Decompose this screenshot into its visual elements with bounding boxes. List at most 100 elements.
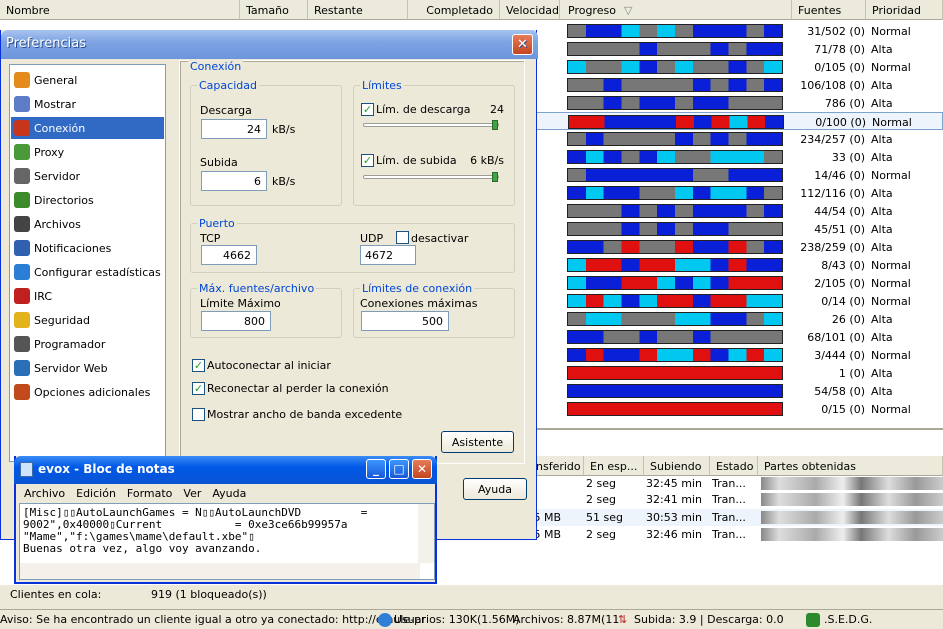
sources-cell: 2/105 (0)	[814, 277, 865, 290]
ul-limit-value: 6 kB/s	[470, 154, 504, 167]
dl-limit-slider[interactable]	[363, 120, 499, 130]
horizontal-scrollbar[interactable]	[20, 563, 420, 579]
notepad-menu-4[interactable]: Ayuda	[212, 487, 246, 500]
nav-item-4[interactable]: Servidor	[11, 165, 164, 187]
col-uploading[interactable]: Subiendo	[644, 456, 710, 476]
progress-bar	[567, 186, 783, 200]
upload-capacity-input[interactable]: 6	[201, 171, 267, 191]
status-server: .S.E.D.G.	[824, 613, 873, 626]
progress-bar	[567, 330, 783, 344]
notepad-menu-3[interactable]: Ver	[183, 487, 201, 500]
notepad-menu-0[interactable]: Archivo	[24, 487, 65, 500]
udp-port-input[interactable]: 4672	[360, 245, 416, 265]
nav-item-0[interactable]: General	[11, 69, 164, 91]
nav-item-icon	[14, 336, 30, 352]
queue-bar: Clientes en cola: 919 (1 bloqueado(s))	[0, 585, 943, 607]
nav-item-8[interactable]: Configurar estadísticas	[11, 261, 164, 283]
notepad-menu-1[interactable]: Edición	[76, 487, 116, 500]
col-transferred[interactable]: nsferido	[530, 456, 584, 476]
nav-item-5[interactable]: Directorios	[11, 189, 164, 211]
priority-cell: Normal	[872, 116, 912, 129]
sources-cell: 44/54 (0)	[814, 205, 865, 218]
progress-bar	[567, 60, 783, 74]
download-capacity-input[interactable]: 24	[201, 119, 267, 139]
progress-bar	[567, 132, 783, 146]
reconnect-checkbox[interactable]: ✓	[192, 382, 205, 395]
overhead-checkbox[interactable]	[192, 408, 205, 421]
notepad-menu-2[interactable]: Formato	[127, 487, 173, 500]
col-parts[interactable]: Partes obtenidas	[758, 456, 943, 476]
sources-cell: 68/101 (0)	[807, 331, 865, 344]
notepad-titlebar[interactable]: evox - Bloc de notas _ □ ✕	[14, 456, 437, 484]
ul-limit-slider[interactable]	[363, 172, 499, 182]
col-name[interactable]: Nombre	[0, 0, 240, 20]
maximize-icon[interactable]: □	[389, 459, 409, 479]
autoconnect-checkbox[interactable]: ✓	[192, 359, 205, 372]
status-notice: Aviso: Se ha encontrado un cliente igual…	[0, 613, 426, 626]
priority-cell: Alta	[871, 313, 893, 326]
priority-cell: Normal	[871, 169, 911, 182]
priority-cell: Alta	[871, 43, 893, 56]
nav-item-1[interactable]: Mostrar	[11, 93, 164, 115]
limits-group: Límites ✓ Lím. de descarga 24 ✓ Lím. de …	[353, 79, 515, 206]
ul-limit-slider-handle[interactable]	[492, 172, 498, 182]
sources-cell: 106/108 (0)	[800, 79, 865, 92]
transfer-icon: ⇅	[618, 613, 628, 626]
priority-cell: Alta	[871, 385, 893, 398]
nav-item-10[interactable]: Seguridad	[11, 309, 164, 331]
close-icon[interactable]: ✕	[512, 34, 533, 55]
wizard-button[interactable]: Asistente	[441, 431, 514, 453]
upload-time: 30:53 min	[646, 511, 702, 524]
col-remaining[interactable]: Restante	[308, 0, 408, 20]
tcp-port-input[interactable]: 4662	[201, 245, 257, 265]
sources-cell: 71/78 (0)	[814, 43, 865, 56]
priority-cell: Normal	[871, 259, 911, 272]
minimize-icon[interactable]: _	[366, 459, 386, 479]
priority-cell: Alta	[871, 331, 893, 344]
col-speed[interactable]: Velocidad	[500, 0, 560, 20]
vertical-scrollbar[interactable]	[418, 504, 434, 563]
dl-limit-slider-handle[interactable]	[492, 120, 498, 130]
sources-cell: 0/14 (0)	[821, 295, 865, 308]
parts-bar	[761, 511, 943, 524]
col-size[interactable]: Tamaño	[240, 0, 308, 20]
queue-value: 919 (1 bloqueado(s))	[151, 588, 267, 601]
udp-disable-checkbox[interactable]	[396, 231, 409, 244]
col-progress[interactable]: Progreso ▽	[560, 0, 792, 20]
nav-item-2[interactable]: Conexión	[11, 117, 164, 139]
nav-item-12[interactable]: Servidor Web	[11, 357, 164, 379]
sources-cell: 26 (0)	[831, 313, 865, 326]
status-files: Archivos: 8.87M(11	[513, 613, 620, 626]
nav-item-11[interactable]: Programador	[11, 333, 164, 355]
col-wait[interactable]: En esp...	[584, 456, 644, 476]
notepad-close-icon[interactable]: ✕	[412, 459, 432, 479]
col-completed[interactable]: Completado	[408, 0, 500, 20]
nav-item-7[interactable]: Notificaciones	[11, 237, 164, 259]
sort-down-icon: ▽	[623, 4, 633, 17]
notepad-textarea[interactable]: [Misc]▯▯AutoLaunchGames = N▯▯AutoLaunchD…	[19, 503, 435, 580]
download-cap-unit: kB/s	[272, 123, 296, 136]
nav-item-6[interactable]: Archivos	[11, 213, 164, 235]
nav-item-icon	[14, 240, 30, 256]
notepad-menubar: Archivo Edición Formato Ver Ayuda	[24, 487, 257, 500]
dl-limit-checkbox[interactable]: ✓	[361, 103, 374, 116]
nav-item-3[interactable]: Proxy	[11, 141, 164, 163]
col-state[interactable]: Estado	[710, 456, 758, 476]
progress-bar	[567, 402, 783, 416]
sources-cell: 112/116 (0)	[800, 187, 865, 200]
nav-item-13[interactable]: Opciones adicionales	[11, 381, 164, 403]
col-sources[interactable]: Fuentes	[792, 0, 866, 20]
sources-cell: 0/105 (0)	[814, 61, 865, 74]
col-priority[interactable]: Prioridad	[866, 0, 943, 20]
capacity-label: Capacidad	[197, 79, 259, 92]
priority-cell: Normal	[871, 25, 911, 38]
preferences-titlebar[interactable]: Preferencias ✕	[1, 30, 538, 59]
nav-item-9[interactable]: IRC	[11, 285, 164, 307]
help-button[interactable]: Ayuda	[463, 478, 527, 500]
max-sources-input[interactable]: 800	[201, 311, 271, 331]
ul-limit-checkbox[interactable]: ✓	[361, 154, 374, 167]
nav-item-icon	[14, 216, 30, 232]
progress-bar	[567, 24, 783, 38]
max-connections-input[interactable]: 500	[361, 311, 449, 331]
priority-cell: Alta	[871, 187, 893, 200]
